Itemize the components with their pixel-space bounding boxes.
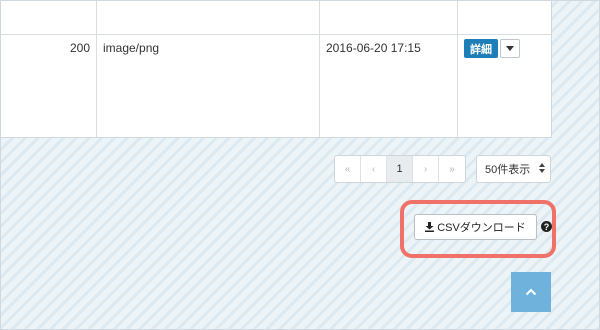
table-row-top — [0, 0, 551, 35]
file-table: 200 image/png 2016-06-20 17:15 詳細 — [0, 0, 552, 138]
per-page-select[interactable]: 50件表示 — [476, 155, 551, 183]
detail-button[interactable]: 詳細 — [464, 39, 498, 58]
page-last[interactable]: » — [439, 156, 465, 182]
csv-download-label: CSVダウンロード — [437, 222, 526, 234]
page-next[interactable]: › — [413, 156, 439, 182]
column-divider — [457, 0, 458, 137]
csv-download-button[interactable]: CSVダウンロード — [414, 214, 537, 240]
scroll-to-top-button[interactable] — [511, 272, 551, 312]
column-divider — [319, 0, 320, 137]
chevron-up-icon — [525, 288, 537, 296]
caret-down-icon — [506, 46, 514, 51]
page-current[interactable]: 1 — [387, 156, 413, 182]
page-prev[interactable]: ‹ — [361, 156, 387, 182]
row-actions-dropdown[interactable] — [500, 39, 520, 58]
cell-size: 200 — [69, 41, 90, 55]
select-arrows-icon — [539, 163, 545, 173]
cell-type: image/png — [103, 41, 160, 55]
cell-date: 2016-06-20 17:15 — [326, 41, 421, 55]
question-circle-icon[interactable]: ? — [541, 221, 552, 232]
pagination: « ‹ 1 › » — [334, 155, 466, 183]
column-divider — [96, 0, 97, 137]
per-page-value: 50件表示 — [485, 164, 531, 176]
download-icon — [425, 222, 435, 232]
page-first[interactable]: « — [335, 156, 361, 182]
